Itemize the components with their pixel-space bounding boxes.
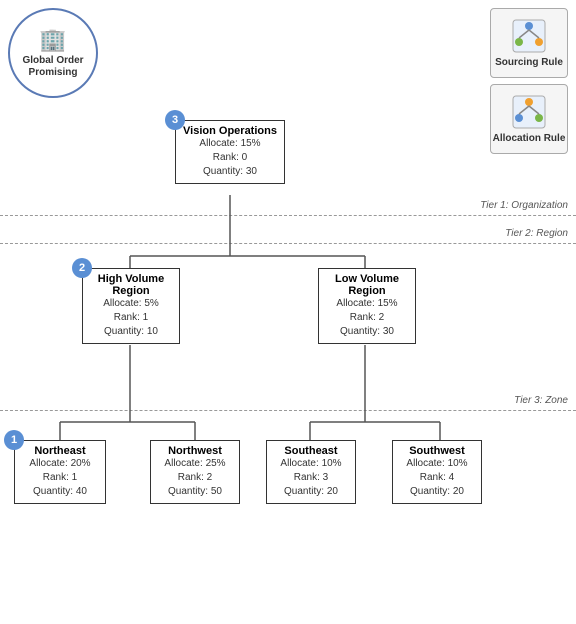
logo-circle: 🏢 Global Order Promising — [8, 8, 98, 98]
dashed-line-tier1 — [0, 215, 576, 216]
northeast-detail: Allocate: 20% Rank: 1 Quantity: 40 — [21, 457, 99, 499]
high-volume-badge: 2 — [72, 258, 92, 278]
northeast-badge: 1 — [4, 430, 24, 450]
root-node-box: Vision Operations Allocate: 15% Rank: 0 … — [175, 120, 285, 184]
low-volume-node-box: Low Volume Region Allocate: 15% Rank: 2 … — [318, 268, 416, 344]
logo-icon: 🏢 — [39, 27, 66, 53]
southwest-node-box: Southwest Allocate: 10% Rank: 4 Quantity… — [392, 440, 482, 504]
southeast-title: Southeast — [273, 445, 349, 457]
sourcing-rule-button[interactable]: Sourcing Rule — [490, 8, 568, 78]
right-panel: Sourcing Rule Allocation Rule — [490, 8, 568, 154]
dashed-line-tier2 — [0, 243, 576, 244]
main-container: 🏢 Global Order Promising Sourcing Rule — [0, 0, 576, 624]
southeast-node-box: Southeast Allocate: 10% Rank: 3 Quantity… — [266, 440, 356, 504]
root-node-title: Vision Operations — [182, 125, 278, 137]
low-volume-detail: Allocate: 15% Rank: 2 Quantity: 30 — [325, 297, 409, 339]
logo-text: Global Order Promising — [10, 55, 96, 79]
high-volume-node-box: High Volume Region Allocate: 5% Rank: 1 … — [82, 268, 180, 344]
northeast-title: Northeast — [21, 445, 99, 457]
low-volume-title: Low Volume Region — [325, 273, 409, 297]
tier3-label: Tier 3: Zone — [514, 395, 568, 406]
southwest-title: Southwest — [399, 445, 475, 457]
tier2-label: Tier 2: Region — [505, 228, 568, 239]
root-node-detail: Allocate: 15% Rank: 0 Quantity: 30 — [182, 137, 278, 179]
high-volume-title: High Volume Region — [89, 273, 173, 297]
sourcing-rule-icon — [511, 18, 547, 54]
northwest-detail: Allocate: 25% Rank: 2 Quantity: 50 — [157, 457, 233, 499]
northeast-node-box: Northeast Allocate: 20% Rank: 1 Quantity… — [14, 440, 106, 504]
sourcing-rule-label: Sourcing Rule — [495, 57, 563, 68]
high-volume-detail: Allocate: 5% Rank: 1 Quantity: 10 — [89, 297, 173, 339]
northwest-title: Northwest — [157, 445, 233, 457]
allocation-rule-button[interactable]: Allocation Rule — [490, 84, 568, 154]
southwest-detail: Allocate: 10% Rank: 4 Quantity: 20 — [399, 457, 475, 499]
dashed-line-tier3 — [0, 410, 576, 411]
allocation-rule-label: Allocation Rule — [493, 133, 566, 144]
root-badge: 3 — [165, 110, 185, 130]
allocation-rule-icon — [511, 94, 547, 130]
northwest-node-box: Northwest Allocate: 25% Rank: 2 Quantity… — [150, 440, 240, 504]
southeast-detail: Allocate: 10% Rank: 3 Quantity: 20 — [273, 457, 349, 499]
tier1-label: Tier 1: Organization — [480, 200, 568, 211]
